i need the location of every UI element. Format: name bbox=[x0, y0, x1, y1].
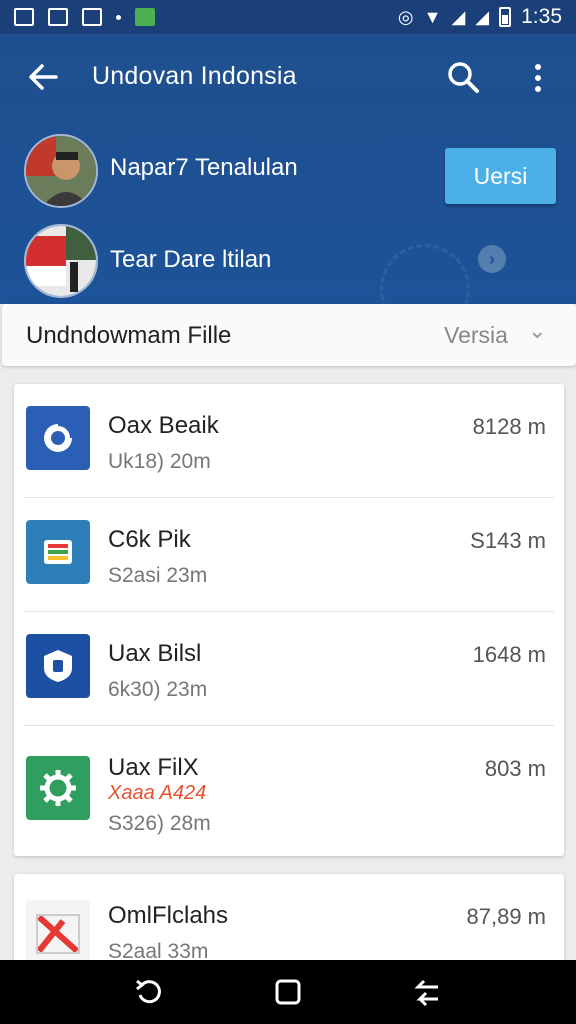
app-notification-icon bbox=[135, 8, 155, 26]
item-size: 1648 m bbox=[472, 642, 546, 667]
list-item[interactable]: Uax Bilsl 6k30) 23m 1648 m bbox=[24, 612, 554, 726]
avatar bbox=[24, 134, 98, 208]
item-size: 803 m bbox=[484, 756, 546, 781]
item-title: Oax Beaik bbox=[108, 412, 219, 439]
back-icon bbox=[414, 979, 438, 1007]
item-title: C6k Pik bbox=[108, 526, 191, 553]
list-item[interactable]: C6k Pik S2asi 23m S143 m bbox=[24, 498, 554, 612]
list-item[interactable]: OmlFlclahs S2aal 33m 87,89 m bbox=[24, 874, 554, 964]
battery-icon bbox=[499, 7, 512, 27]
filter-title: Undndowmam Fille bbox=[26, 322, 232, 349]
profile-name: Napar7 Tenalulan bbox=[110, 154, 298, 181]
item-subtitle: S326) 28m bbox=[108, 812, 211, 835]
list-item[interactable]: Uax FilX Xaaa A424 S326) 28m 803 m bbox=[24, 726, 554, 856]
signal-icon: ◢ bbox=[451, 6, 466, 27]
back-button[interactable] bbox=[26, 60, 60, 94]
status-bar: ◎ ▼ ◢ ◢ 1:35 bbox=[0, 0, 576, 34]
navigation-bar bbox=[0, 960, 576, 1024]
file-list-card-2: OmlFlclahs S2aal 33m 87,89 m bbox=[14, 874, 564, 964]
item-subtitle: 6k30) 23m bbox=[108, 678, 208, 701]
item-title: OmlFlclahs bbox=[108, 902, 229, 929]
arrow-left-icon bbox=[29, 64, 58, 90]
square-icon bbox=[275, 979, 301, 1005]
save-notification-icon bbox=[82, 8, 102, 26]
chevron-down-icon[interactable]: ⌄ bbox=[528, 318, 546, 344]
home-button[interactable] bbox=[270, 974, 306, 1010]
undo-icon bbox=[136, 979, 162, 1004]
item-size: 8128 m bbox=[472, 414, 546, 439]
back-nav-button[interactable] bbox=[409, 974, 445, 1010]
item-subtitle: S2asi 23m bbox=[108, 564, 208, 587]
page-title: Undovan Indonsia bbox=[92, 62, 297, 90]
gear-icon bbox=[26, 756, 90, 820]
item-size: 87,89 m bbox=[466, 904, 547, 929]
rotate-back-button[interactable] bbox=[131, 974, 167, 1010]
filter-bar: Undndowmam Fille Versia ⌄ bbox=[2, 304, 576, 366]
item-subtitle: Uk18) 20m bbox=[108, 450, 211, 473]
alarm-icon: ◎ bbox=[397, 6, 414, 27]
profile-row-2[interactable]: Tear Dare ltilan › bbox=[0, 224, 576, 304]
wifi-icon: ▼ bbox=[423, 6, 442, 27]
more-vert-icon bbox=[535, 64, 541, 70]
app-header: Undovan Indonsia Napar7 Tenalulan Uersi bbox=[0, 34, 576, 304]
item-size: S143 m bbox=[470, 528, 546, 553]
list-item[interactable]: Oax Beaik Uk18) 20m 8128 m bbox=[24, 384, 554, 498]
mail-icon bbox=[26, 900, 90, 964]
item-badge: Xaaa A424 bbox=[108, 782, 207, 804]
photo-notification-icon bbox=[48, 8, 68, 26]
chevron-right-icon[interactable]: › bbox=[478, 245, 506, 273]
file-list-card: Oax Beaik Uk18) 20m 8128 m C6k Pik S2asi… bbox=[14, 384, 564, 856]
more-options-button[interactable] bbox=[524, 60, 552, 96]
search-icon bbox=[448, 62, 479, 93]
version-button[interactable]: Uersi bbox=[445, 148, 556, 204]
item-title: Uax Bilsl bbox=[108, 640, 202, 667]
image-notification-icon bbox=[14, 8, 34, 26]
search-button[interactable] bbox=[446, 60, 480, 94]
shield-icon bbox=[26, 634, 90, 698]
avatar-2 bbox=[24, 224, 98, 298]
item-title: Uax FilX bbox=[108, 754, 199, 781]
status-time: 1:35 bbox=[521, 5, 562, 28]
box-stack-icon bbox=[26, 520, 90, 584]
refresh-circle-icon bbox=[26, 406, 90, 470]
signal-icon-2: ◢ bbox=[475, 6, 490, 27]
dot-icon bbox=[116, 14, 121, 20]
profile-name-2: Tear Dare ltilan bbox=[110, 246, 272, 273]
version-select[interactable]: Versia bbox=[444, 322, 508, 349]
